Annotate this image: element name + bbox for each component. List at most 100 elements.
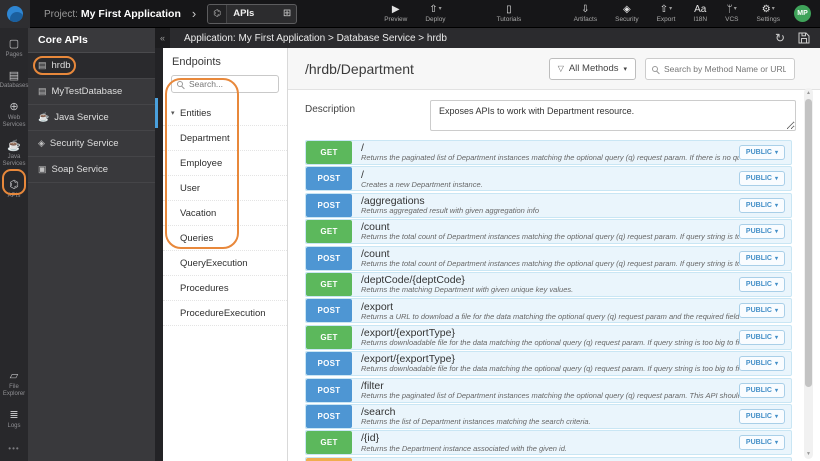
vertical-scrollbar[interactable]: ▲ ▼ (804, 88, 813, 459)
method-search-box[interactable] (645, 57, 795, 80)
chevron-down-icon: ▾ (774, 150, 778, 156)
java-services-icon: ☕ (7, 140, 21, 153)
sidebar-item-databases[interactable]: ▤ Databases (0, 69, 28, 93)
security-icon: ◈ (623, 3, 631, 15)
scrollbar-thumb[interactable] (805, 99, 812, 387)
user-avatar[interactable]: MP (794, 4, 811, 22)
tree-item-employee[interactable]: Employee (163, 151, 287, 176)
public-access-dropdown[interactable]: PUBLIC ▾ (738, 435, 785, 451)
tree-item-procedureexecution[interactable]: ProcedureExecution (163, 301, 287, 326)
api-detail-panel: /hrdb/Department ▽ All Methods ▾ Descrip… (288, 48, 820, 461)
api-row[interactable]: GET /{id} Returns the Department instanc… (305, 430, 792, 456)
endpoints-search-input[interactable] (187, 78, 273, 90)
vcs-icon: ᛘ (726, 3, 733, 15)
vcs-button[interactable]: ᛘ ▾ VCS (725, 3, 738, 24)
public-access-dropdown[interactable]: PUBLIC ▾ (738, 250, 785, 266)
deploy-button[interactable]: ⇧ ▾ Deploy (425, 3, 445, 24)
grid-icon[interactable]: ⊞ (283, 8, 296, 19)
api-path: /count (361, 221, 390, 234)
core-api-item-java-service[interactable]: ☕ Java Service (28, 105, 155, 131)
public-access-dropdown[interactable]: PUBLIC ▾ (738, 276, 785, 292)
public-access-dropdown[interactable]: PUBLIC ▾ (738, 356, 785, 372)
public-access-dropdown[interactable]: PUBLIC ▾ (738, 303, 785, 319)
sidebar-item-file-explorer[interactable]: ▱ File Explorer (1, 369, 28, 400)
api-row[interactable]: POST /search Returns the list of Departm… (305, 403, 792, 429)
description-textarea[interactable]: Exposes APIs to work with Department res… (430, 100, 796, 131)
tab-apis[interactable]: ⌬ APIs ⊞ (207, 3, 298, 24)
api-description: Returns the Department instance associat… (361, 444, 567, 453)
core-api-item-soap-service[interactable]: ▣ Soap Service (28, 157, 155, 183)
endpoints-search-box[interactable] (171, 75, 279, 93)
settings-button[interactable]: ⚙ ▾ Settings (757, 3, 781, 24)
scroll-up-arrow[interactable]: ▲ (804, 90, 813, 96)
description-row: Description Exposes APIs to work with De… (288, 90, 820, 140)
method-badge: GET (306, 220, 352, 244)
core-apis-list: ▤ hrdb ▤ MyTestDatabase ☕ Java Service ◈… (28, 53, 155, 183)
api-row[interactable]: POST /aggregations Returns aggregated re… (305, 192, 792, 218)
sidebar-item-pages[interactable]: ▢ Pages (1, 37, 28, 61)
collapse-panel-button[interactable]: « (155, 28, 170, 48)
sidebar-item-web-services[interactable]: ⊕ Web Services (1, 100, 28, 131)
app-logo-box[interactable] (0, 0, 30, 28)
tab-apis-label: APIs (233, 8, 255, 19)
panel-divider-strip[interactable] (155, 48, 163, 461)
tree-item-department[interactable]: Department (163, 126, 287, 151)
core-api-item-label: Security Service (49, 138, 119, 149)
public-access-dropdown[interactable]: PUBLIC ▾ (738, 382, 785, 398)
project-breadcrumb: Project: My First Application (44, 8, 181, 20)
api-row[interactable]: GET /count Returns the total count of De… (305, 219, 792, 245)
preview-button[interactable]: ▶▾ Preview (384, 3, 407, 24)
public-access-dropdown[interactable]: PUBLIC ▾ (738, 224, 785, 240)
api-description: Returns downloadable file for the data m… (361, 365, 739, 374)
rail-more-button[interactable]: ••• (8, 444, 19, 453)
artifacts-icon: ⇩ (581, 3, 590, 15)
sidebar-item-apis[interactable]: ⌬ APIs (1, 178, 28, 202)
api-path: /{id} (361, 432, 380, 445)
artifacts-button[interactable]: ⇩▾ Artifacts (574, 3, 597, 24)
public-access-dropdown[interactable]: PUBLIC ▾ (738, 329, 785, 345)
topbar-actions: ▶▾ Preview ⇧▾ Deploy ▯▾ Tutorials (375, 3, 530, 24)
api-row[interactable]: PUT PUBLIC ▾ (305, 456, 792, 461)
api-row[interactable]: POST /export Returns a URL to download a… (305, 298, 792, 324)
refresh-icon[interactable]: ↻ (775, 32, 785, 44)
save-icon[interactable] (798, 32, 810, 44)
service-icon: ▤ (38, 60, 47, 70)
api-path: /export (361, 300, 394, 313)
api-row[interactable]: GET /deptCode/{deptCode} Returns the mat… (305, 271, 792, 297)
core-api-item-mytestdatabase[interactable]: ▤ MyTestDatabase (28, 79, 155, 105)
method-badge: POST (306, 352, 352, 376)
api-row[interactable]: POST /filter Returns the paginated list … (305, 377, 792, 403)
chevron-down-icon: ▾ (774, 255, 778, 262)
i18n-button[interactable]: Aa▾ I18N (693, 3, 707, 24)
settings-icon: ⚙ (761, 3, 771, 15)
api-row[interactable]: GET / Returns the paginated list of Depa… (305, 140, 792, 165)
tree-section-queries[interactable]: Queries (163, 226, 287, 251)
export-button[interactable]: ⇧ ▾ Export (657, 3, 676, 24)
tree-item-user[interactable]: User (163, 176, 287, 201)
security-button[interactable]: ◈▾ Security (615, 3, 638, 24)
scroll-down-arrow[interactable]: ▼ (804, 451, 813, 457)
tree-item-queryexecution[interactable]: QueryExecution (163, 251, 287, 276)
tree-section-entities[interactable]: ▾ Entities (163, 101, 287, 126)
sidebar-item-java-services[interactable]: ☕ Java Services (1, 139, 28, 170)
public-access-dropdown[interactable]: PUBLIC ▾ (738, 145, 785, 160)
api-row[interactable]: POST /export/{exportType} Returns downlo… (305, 351, 792, 377)
api-row[interactable]: POST / Creates a new Department instance… (305, 166, 792, 192)
core-api-item-hrdb[interactable]: ▤ hrdb (28, 53, 155, 79)
public-access-dropdown[interactable]: PUBLIC ▾ (738, 408, 785, 424)
tree-section-procedures[interactable]: Procedures (163, 276, 287, 301)
public-access-dropdown[interactable]: PUBLIC ▾ (738, 171, 785, 187)
sidebar-item-logs[interactable]: ≣ Logs (1, 408, 28, 432)
api-description: Returns a URL to download a file for the… (361, 312, 739, 321)
tutorials-button[interactable]: ▯▾ Tutorials (497, 3, 522, 24)
api-row[interactable]: GET /export/{exportType} Returns downloa… (305, 324, 792, 350)
api-description: Returns the list of Department instances… (361, 418, 591, 427)
method-badge: POST (306, 167, 352, 191)
method-search-input[interactable] (662, 62, 788, 75)
api-row[interactable]: POST /count Returns the total count of D… (305, 245, 792, 271)
tree-item-vacation[interactable]: Vacation (163, 201, 287, 226)
core-api-item-security-service[interactable]: ◈ Security Service (28, 131, 155, 157)
public-access-dropdown[interactable]: PUBLIC ▾ (738, 197, 785, 213)
methods-filter-dropdown[interactable]: ▽ All Methods ▾ (548, 57, 636, 80)
method-badge: GET (306, 272, 352, 296)
